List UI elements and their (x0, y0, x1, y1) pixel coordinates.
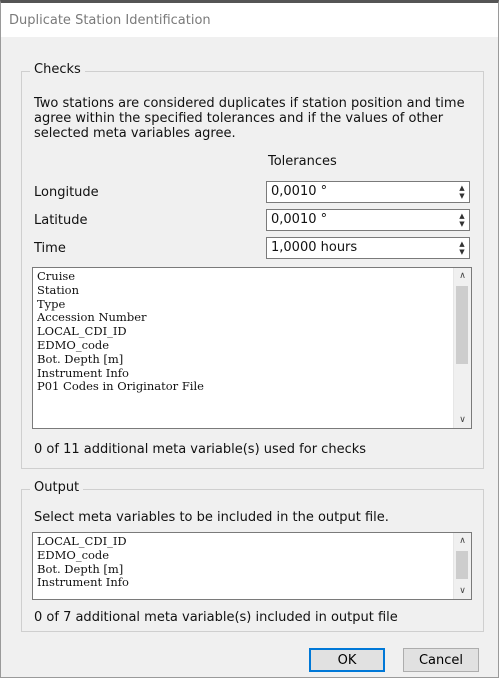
time-spinbox[interactable]: 1,0000 hours ▲ ▼ (266, 237, 470, 259)
output-meta-listbox[interactable]: LOCAL_CDI_ID EDMO_code Bot. Depth [m] Instr… (32, 532, 472, 600)
scroll-down-icon[interactable]: ∨ (454, 412, 471, 428)
checks-description: Two stations are considered duplicates i… (34, 96, 465, 141)
scroll-down-icon[interactable]: ∨ (454, 583, 471, 599)
longitude-value: 0,0010 ° (271, 184, 328, 199)
longitude-label: Longitude (34, 185, 99, 200)
latitude-spin-arrows[interactable]: ▲ ▼ (455, 210, 469, 230)
checks-scrollbar[interactable]: ∧ ∨ (453, 268, 471, 428)
output-legend: Output (30, 480, 84, 495)
list-item[interactable]: Type (37, 297, 453, 312)
list-item[interactable]: LOCAL_CDI_ID (37, 324, 453, 339)
list-item[interactable]: Bot. Depth [m] (37, 562, 453, 577)
time-label: Time (34, 241, 66, 256)
spin-down-icon[interactable]: ▼ (459, 248, 464, 256)
ok-button[interactable]: OK (309, 648, 385, 672)
latitude-label: Latitude (34, 213, 88, 228)
title-bar: Duplicate Station Identification (1, 3, 498, 37)
list-item[interactable]: P01 Codes in Originator File (37, 380, 453, 394)
spin-up-icon[interactable]: ▲ (459, 212, 464, 220)
longitude-spinbox[interactable]: 0,0010 ° ▲ ▼ (266, 181, 470, 203)
output-meta-items: LOCAL_CDI_ID EDMO_code Bot. Depth [m] Instr… (37, 535, 453, 599)
latitude-spinbox[interactable]: 0,0010 ° ▲ ▼ (266, 209, 470, 231)
spin-down-icon[interactable]: ▼ (459, 192, 464, 200)
scroll-thumb[interactable] (456, 286, 468, 364)
list-item[interactable]: Cruise (37, 270, 453, 284)
cancel-button[interactable]: Cancel (403, 648, 479, 672)
checks-meta-items: Cruise Station Type Accession Number LOCAL_C… (37, 270, 453, 428)
scroll-up-icon[interactable]: ∧ (454, 533, 471, 549)
checks-summary: 0 of 11 additional meta variable(s) used… (34, 442, 367, 457)
list-item[interactable]: Instrument Info (37, 366, 453, 381)
tolerances-header: Tolerances (268, 154, 337, 169)
checks-meta-listbox[interactable]: Cruise Station Type Accession Number LOCAL_C… (32, 267, 472, 429)
scroll-thumb[interactable] (456, 551, 468, 579)
list-item[interactable]: EDMO_code (37, 338, 453, 353)
list-item[interactable]: EDMO_code (37, 548, 453, 563)
output-scrollbar[interactable]: ∧ ∨ (453, 533, 471, 599)
dialog-window: Duplicate Station Identification Checks … (0, 0, 499, 678)
window-title: Duplicate Station Identification (9, 12, 211, 28)
checks-group: Checks Two stations are considered dupli… (21, 62, 484, 469)
output-instruction: Select meta variables to be included in … (34, 510, 389, 525)
list-item[interactable]: Accession Number (37, 311, 453, 325)
list-item[interactable]: LOCAL_CDI_ID (37, 535, 453, 549)
checks-legend: Checks (30, 62, 85, 77)
latitude-value: 0,0010 ° (271, 212, 328, 227)
time-value: 1,0000 hours (271, 240, 358, 255)
longitude-spin-arrows[interactable]: ▲ ▼ (455, 182, 469, 202)
output-summary: 0 of 7 additional meta variable(s) inclu… (34, 610, 398, 625)
list-item[interactable]: Station (37, 283, 453, 298)
scroll-up-icon[interactable]: ∧ (454, 268, 471, 284)
list-item[interactable]: Bot. Depth [m] (37, 352, 453, 367)
time-spin-arrows[interactable]: ▲ ▼ (455, 238, 469, 258)
spin-up-icon[interactable]: ▲ (459, 184, 464, 192)
list-item[interactable]: Instrument Info (37, 576, 453, 590)
spin-up-icon[interactable]: ▲ (459, 240, 464, 248)
output-group: Output Select meta variables to be inclu… (21, 480, 484, 632)
spin-down-icon[interactable]: ▼ (459, 220, 464, 228)
